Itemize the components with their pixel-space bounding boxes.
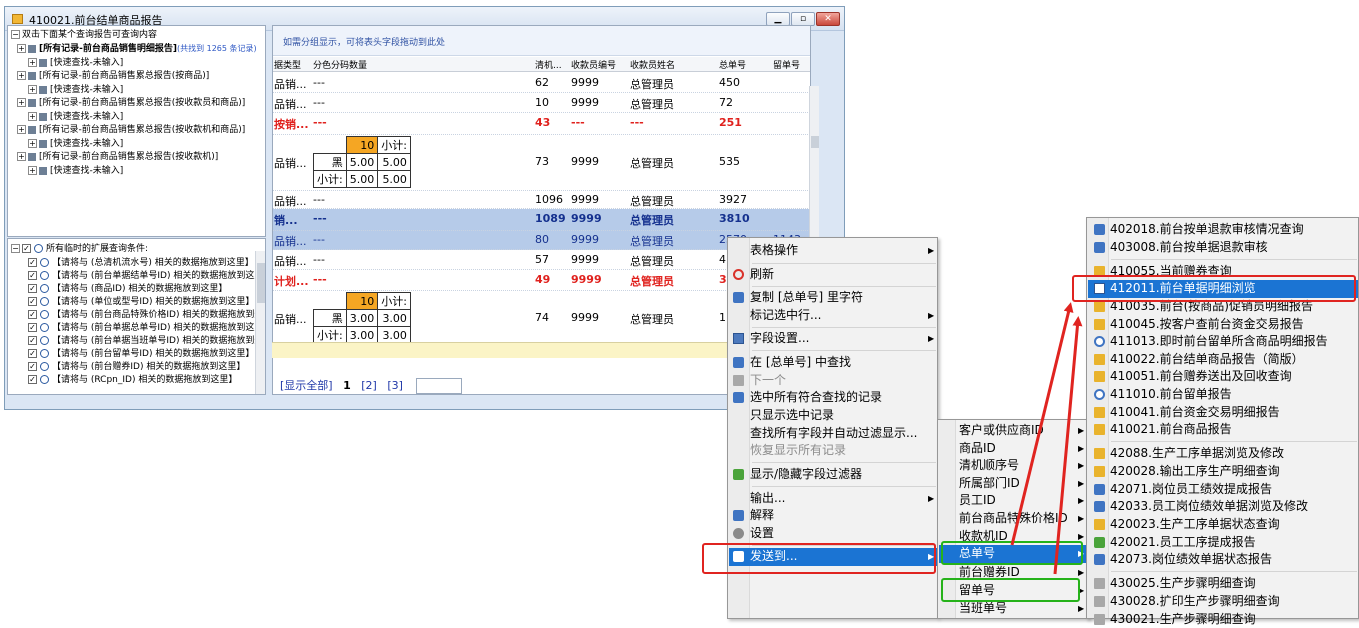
annotation-arrows xyxy=(1010,302,1083,575)
